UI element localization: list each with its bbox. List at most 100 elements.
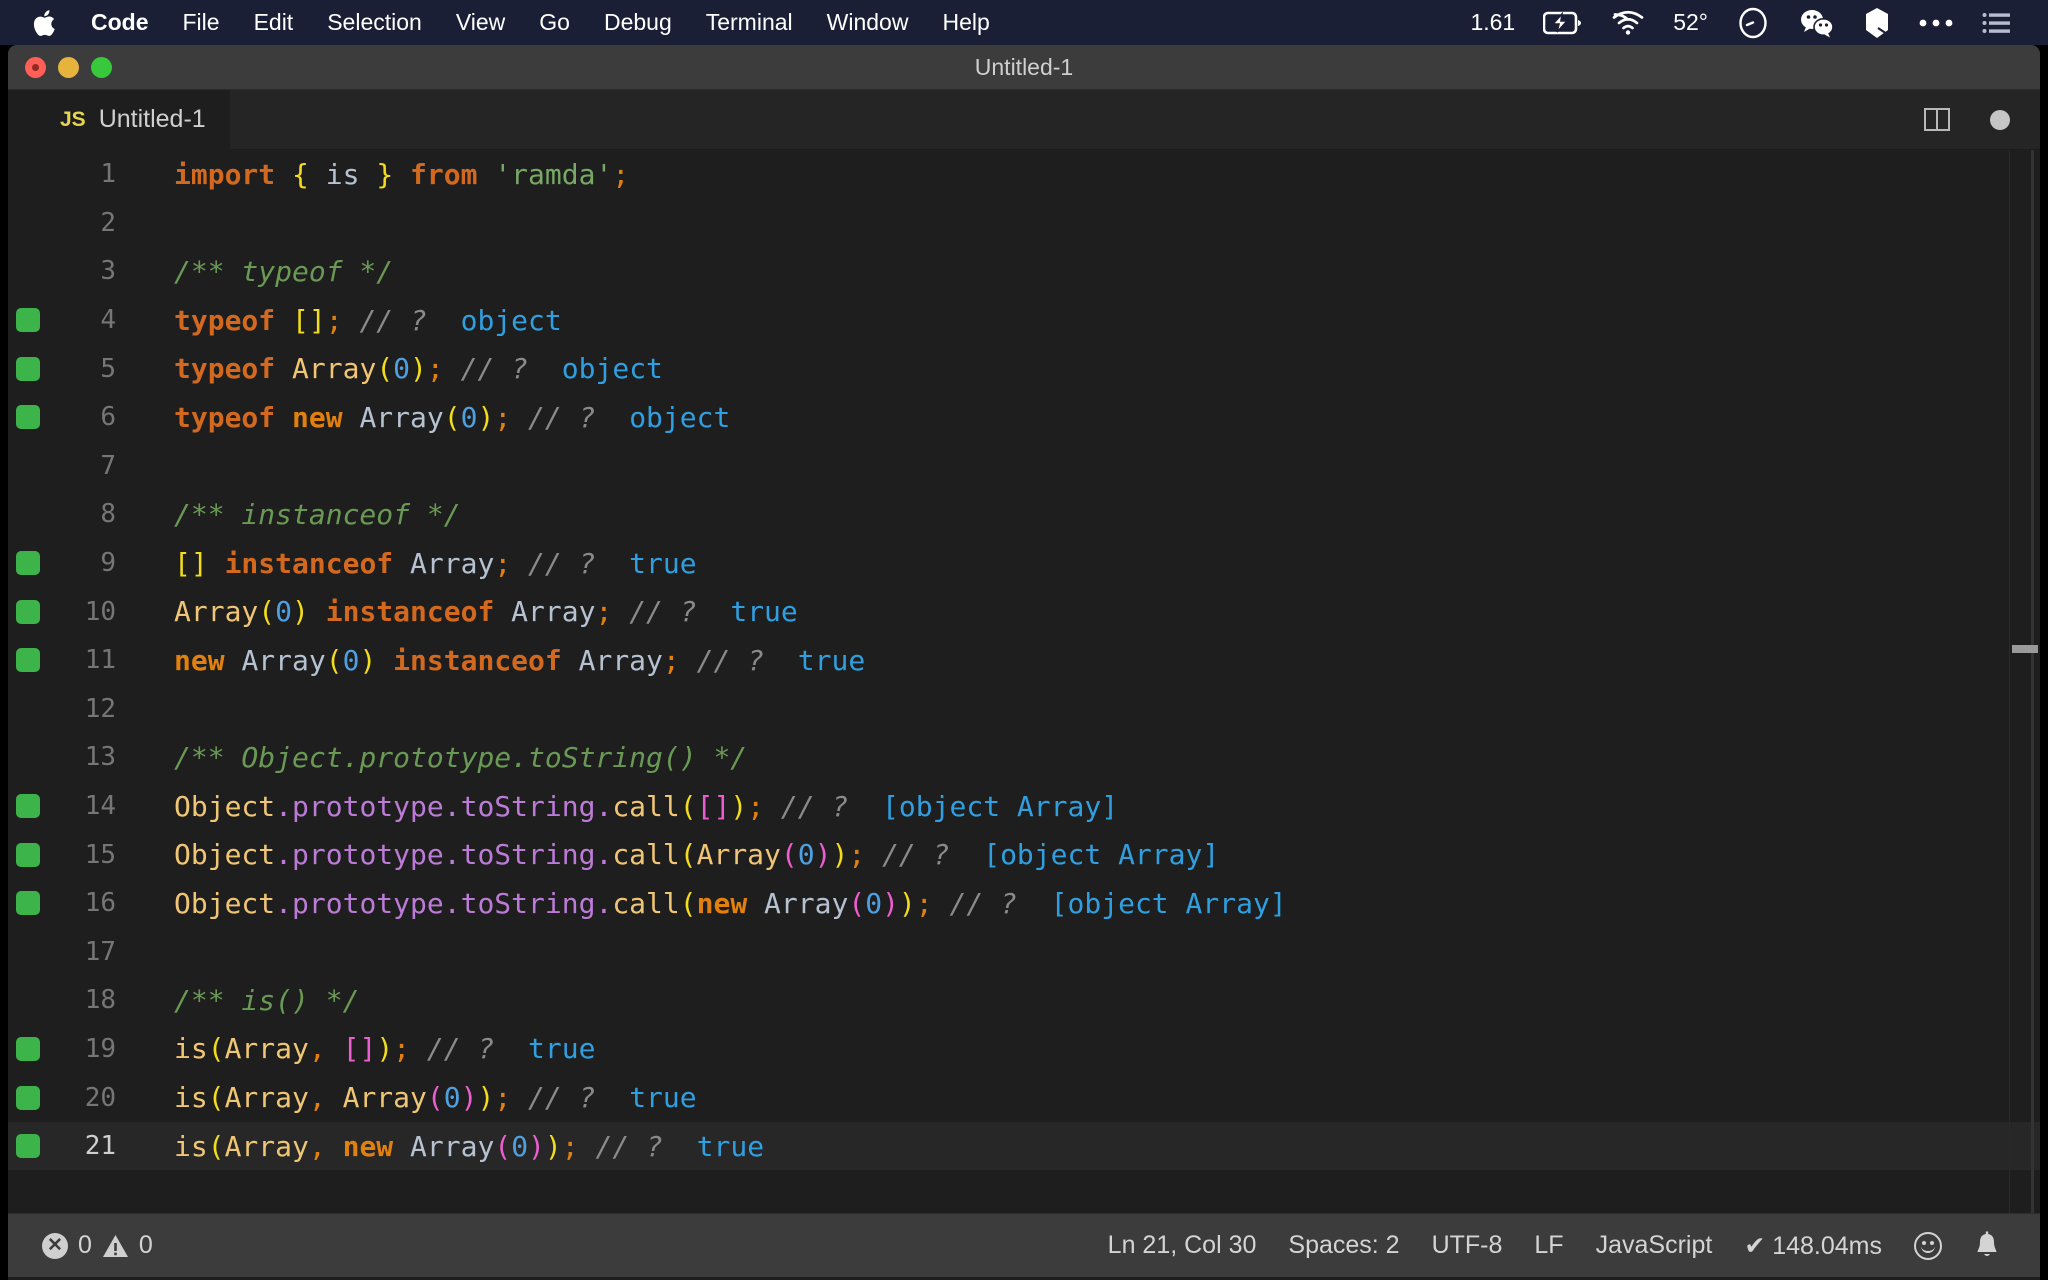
code-token: ; (494, 546, 512, 580)
code-token: object (443, 303, 562, 337)
code-token: ( (494, 1129, 512, 1163)
clock-circle-icon[interactable] (1722, 6, 1784, 40)
apple-logo-icon[interactable] (30, 8, 56, 38)
cursor-position[interactable]: Ln 21, Col 30 (1092, 1231, 1273, 1260)
code-token: ) (292, 595, 309, 629)
wifi-icon[interactable] (1597, 10, 1659, 36)
ellipsis-icon[interactable] (1904, 17, 1968, 29)
scrollbar-track[interactable] (2031, 150, 2034, 1213)
code-line[interactable]: 14 Object.prototype.toString.call([]); //… (8, 782, 2040, 831)
code-line[interactable]: 6 typeof new Array(0); // ? object (8, 393, 2040, 442)
menu-item-terminal[interactable]: Terminal (689, 0, 810, 45)
code-line[interactable]: 7 (8, 442, 2040, 491)
zoom-window-button[interactable] (91, 57, 112, 78)
menu-item-selection[interactable]: Selection (310, 0, 439, 45)
code-editor[interactable]: 1 import { is } from 'ramda'; 2 3 /** typeof… (8, 150, 2040, 1213)
code-line[interactable]: 9 [] instanceof Array; // ? true (8, 539, 2040, 588)
code-token: /** is() */ (174, 983, 360, 1017)
code-line[interactable]: 2 (8, 199, 2040, 248)
error-icon: ✕ (42, 1232, 68, 1259)
code-line[interactable]: 12 (8, 685, 2040, 734)
line-number: 6 (100, 402, 116, 433)
code-token: [object Array] (966, 838, 1220, 872)
code-line[interactable]: 19 is(Array, []); // ? true (8, 1025, 2040, 1074)
minimize-window-button[interactable] (58, 57, 79, 78)
quokka-timing[interactable]: ✔ 148.04ms (1728, 1231, 1898, 1261)
code-token: /** typeof */ (174, 254, 394, 288)
code-token: ( (679, 838, 697, 872)
code-line[interactable]: 20 is(Array, Array(0)); // ? true (8, 1073, 2040, 1122)
wechat-icon[interactable] (1784, 8, 1850, 38)
marker-pen-icon[interactable] (1850, 7, 1904, 39)
code-line[interactable]: 15 Object.prototype.toString.call(Array(0… (8, 830, 2040, 879)
code-token: . (275, 789, 293, 823)
temperature-indicator[interactable]: 52° (1659, 9, 1722, 36)
code-line[interactable]: 13 /** Object.prototype.toString() */ (8, 733, 2040, 782)
menu-item-view[interactable]: View (439, 0, 522, 45)
battery-charging-icon[interactable] (1529, 11, 1597, 35)
close-window-button[interactable] (25, 57, 46, 78)
code-line-content: /** typeof */ (138, 255, 393, 288)
line-number: 4 (100, 305, 116, 336)
menu-item-help[interactable]: Help (925, 0, 1006, 45)
code-line-content: /** Object.prototype.toString() */ (138, 741, 747, 774)
code-token: ) (528, 1129, 545, 1163)
git-added-marker-icon (16, 1085, 40, 1110)
menu-item-go[interactable]: Go (522, 0, 587, 45)
menu-item-edit[interactable]: Edit (237, 0, 311, 45)
code-line[interactable]: 10 Array(0) instanceof Array; // ? true (8, 587, 2040, 636)
split-editor-icon[interactable] (1924, 108, 1950, 131)
editor-vertical-scrollbar[interactable] (2010, 150, 2040, 1213)
code-token: [object Array] (1033, 886, 1287, 920)
code-token: ) (544, 1129, 562, 1163)
editor-actions (1924, 108, 2040, 131)
code-token: . (595, 838, 613, 872)
code-line[interactable]: 17 (8, 928, 2040, 977)
indentation-setting[interactable]: Spaces: 2 (1272, 1231, 1415, 1260)
code-line[interactable]: 1 import { is } from 'ramda'; (8, 150, 2040, 199)
menu-item-window[interactable]: Window (810, 0, 926, 45)
code-token: 0 (511, 1129, 529, 1163)
menu-item-file[interactable]: File (166, 0, 237, 45)
code-line[interactable]: 4 typeof []; // ? object (8, 296, 2040, 345)
code-token: ; (747, 789, 765, 823)
code-token: Array (224, 1129, 309, 1163)
code-line[interactable]: 11 new Array(0) instanceof Array; // ? tr… (8, 636, 2040, 685)
control-center-list-icon[interactable] (1968, 11, 2026, 35)
code-token: ; (426, 352, 444, 386)
code-token: // ? (528, 1081, 613, 1115)
language-mode[interactable]: JavaScript (1580, 1231, 1729, 1260)
code-token: ; (561, 1129, 579, 1163)
tab-untitled-1[interactable]: JS Untitled-1 (8, 89, 231, 150)
code-line[interactable]: 21 is(Array, new Array(0)); // ? true (8, 1121, 2040, 1171)
unsaved-changes-dot-icon[interactable] (1990, 109, 2010, 130)
code-line[interactable]: 18 /** is() */ (8, 976, 2040, 1025)
code-token: Array (511, 595, 596, 629)
code-line[interactable]: 16 Object.prototype.toString.call(new Arr… (8, 879, 2040, 928)
menu-item-code[interactable]: Code (74, 0, 166, 45)
macos-menu-bar: Code File Edit Selection View Go Debug T… (0, 0, 2048, 45)
menu-item-debug[interactable]: Debug (587, 0, 689, 45)
code-line[interactable]: 5 typeof Array(0); // ? object (8, 344, 2040, 393)
code-token: Array (764, 886, 849, 920)
code-line[interactable]: 3 /** typeof */ (8, 247, 2040, 296)
end-of-line-sequence[interactable]: LF (1518, 1231, 1579, 1260)
feedback-smiley-icon[interactable] (1898, 1231, 1958, 1260)
problems-indicator[interactable]: ✕ 0 0 (26, 1231, 169, 1260)
code-line-content: Object.prototype.toString.call(Array(0))… (138, 838, 1219, 871)
code-token: ) (460, 1081, 478, 1115)
code-line[interactable]: 8 /** instanceof */ (8, 490, 2040, 539)
system-load-indicator[interactable]: 1.61 (1456, 9, 1529, 36)
file-encoding[interactable]: UTF-8 (1416, 1231, 1519, 1260)
code-token: 0 (342, 643, 360, 677)
notifications-bell-icon[interactable] (1958, 1231, 2016, 1261)
code-token: ( (207, 1081, 225, 1115)
